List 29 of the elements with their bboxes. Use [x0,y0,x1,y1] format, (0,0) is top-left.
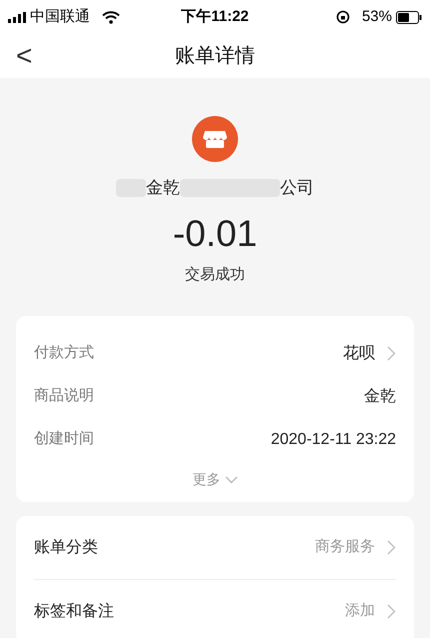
battery-icon [396,10,422,24]
detail-label: 创建时间 [34,429,94,450]
clock-time: 下午11:22 [181,6,249,27]
setting-label: 账单分类 [34,538,98,558]
amount: -0.01 [172,214,258,252]
back-button[interactable]: < [16,42,32,70]
chevron-right-icon [387,540,396,555]
carrier-name: 中国联通 [30,6,90,27]
settings-row[interactable]: 账单分类 商务服务 [34,516,396,580]
rotation-lock-icon [336,10,350,24]
detail-label: 付款方式 [34,343,94,364]
setting-label: 标签和备注 [34,602,114,622]
setting-value: 添加 [345,601,375,622]
chevron-right-icon [387,604,396,619]
page-title: 账单详情 [175,44,255,69]
detail-value: 花呗 [343,344,375,364]
chevron-down-icon [224,476,238,484]
wifi-icon [102,10,120,24]
setting-value: 商务服务 [315,537,375,558]
transaction-status: 交易成功 [185,264,245,284]
signal-icon [8,12,26,22]
shop-icon [192,116,238,162]
merchant-name: 公司 [280,177,314,199]
merchant-name: 金乾 [146,177,180,199]
battery-percent: 53% [362,6,392,27]
detail-label: 商品说明 [34,386,94,406]
settings-row[interactable]: 标签和备注 添加 [34,580,396,638]
detail-value: 2020-12-11 23:22 [270,430,396,450]
detail-value: 金乾 [364,386,396,406]
